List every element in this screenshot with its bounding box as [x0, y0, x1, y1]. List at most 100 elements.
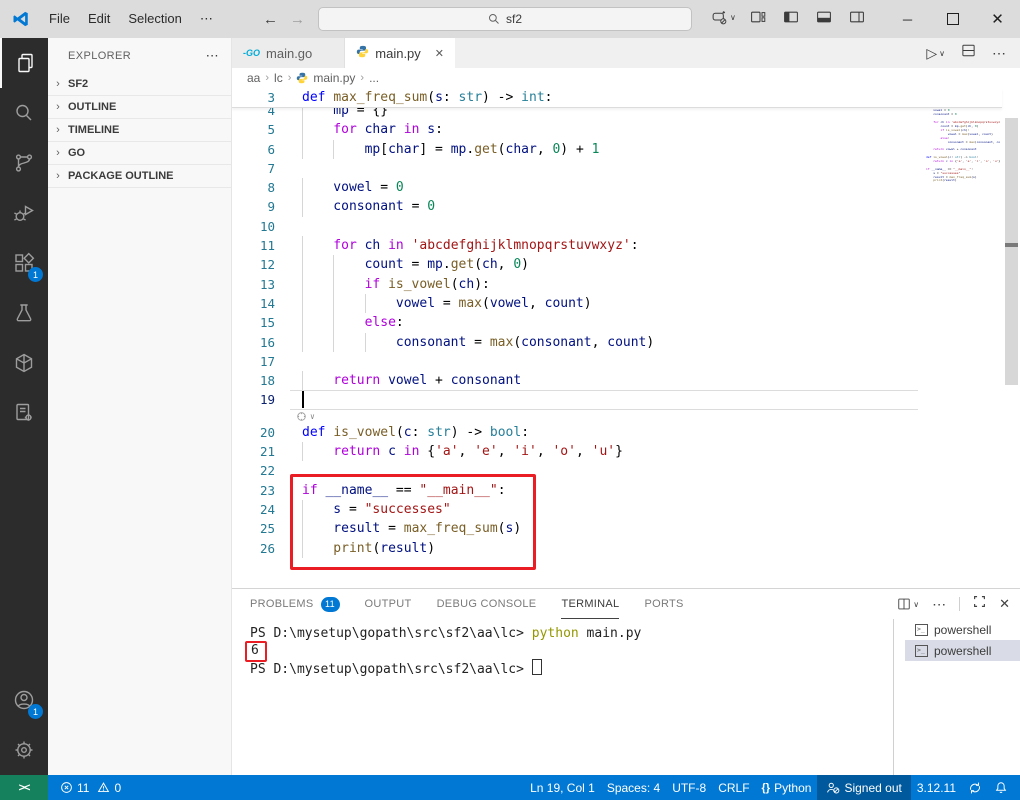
code-line-12[interactable]: 12 count = mp.get(ch, 0) [232, 255, 1020, 275]
code-editor[interactable]: 3 def max_freq_sum(s: str) -> int: 4 mp = … [232, 88, 1020, 588]
notifications-bell-icon[interactable] [988, 775, 1014, 800]
sidebar-section-package-outline[interactable]: › PACKAGE OUTLINE [48, 164, 231, 188]
code-line-17[interactable]: 17 [232, 352, 1020, 371]
line-number[interactable]: 3 [232, 88, 275, 107]
copilot-menu[interactable]: ∨ [711, 9, 736, 26]
panel-tab-ports[interactable]: PORTS [644, 589, 683, 619]
activity-extensions-icon[interactable]: 1 [0, 238, 48, 288]
line-number[interactable]: 9 [232, 197, 275, 216]
line-number[interactable]: 24 [232, 500, 275, 519]
split-editor-icon[interactable] [961, 43, 976, 63]
activity-accounts-icon[interactable]: 1 [0, 675, 48, 725]
line-number[interactable]: 10 [232, 217, 275, 236]
code-line-11[interactable]: 11 for ch in 'abcdefghijklmnopqrstuvwxyz'… [232, 236, 1020, 256]
close-panel-icon[interactable]: ✕ [999, 596, 1010, 612]
forward-arrow-icon[interactable]: → [290, 11, 305, 28]
activity-search-icon[interactable] [0, 88, 48, 138]
language-mode[interactable]: {} Python [756, 775, 818, 800]
line-number[interactable]: 23 [232, 481, 275, 500]
toolkit-status-icon[interactable] [962, 775, 988, 800]
terminal-sash[interactable] [893, 619, 894, 775]
code-line-14[interactable]: 14 vowel = max(vowel, count) [232, 293, 1020, 314]
maximize-panel-icon[interactable] [973, 595, 986, 613]
sidebar-section-sf2[interactable]: › SF2 [48, 73, 231, 95]
code-line-21[interactable]: 21 return c in {'a', 'e', 'i', 'o', 'u'} [232, 442, 1020, 462]
line-number[interactable]: 12 [232, 255, 275, 274]
run-dropdown-icon[interactable]: ∨ [939, 49, 945, 58]
cursor-position[interactable]: Ln 19, Col 1 [524, 775, 601, 800]
code-line-18[interactable]: 18 return vowel + consonant [232, 371, 1020, 391]
breadcrumb-symbol[interactable]: ... [369, 71, 379, 85]
activity-settings-icon[interactable] [0, 725, 48, 775]
menu-selection[interactable]: Selection [119, 0, 190, 38]
code-line-9[interactable]: 9 consonant = 0 [232, 197, 1020, 217]
encoding-status[interactable]: UTF-8 [666, 775, 712, 800]
scrollbar-slider[interactable] [1005, 118, 1018, 385]
inline-copilot-widget[interactable]: ∨ [232, 410, 1020, 423]
code-line-6[interactable]: 6 mp[char] = mp.get(char, 0) + 1 [232, 139, 1020, 159]
chevron-down-icon[interactable]: ∨ [913, 600, 919, 609]
panel-tab-output[interactable]: OUTPUT [365, 589, 412, 619]
line-number[interactable]: 8 [232, 178, 275, 197]
tab-main-go[interactable]: -GO main.go [232, 38, 346, 68]
code-line-3[interactable]: 3 def max_freq_sum(s: str) -> int: [232, 88, 1002, 107]
line-number[interactable]: 6 [232, 140, 275, 159]
tab-close-icon[interactable]: ✕ [435, 47, 444, 60]
activity-file-settings-icon[interactable] [0, 388, 48, 438]
sidebar-section-timeline[interactable]: › TIMELINE [48, 118, 231, 141]
remote-indicator[interactable]: >< [0, 775, 48, 800]
code-line-13[interactable]: 13 if is_vowel(ch): [232, 274, 1020, 294]
code-line-7[interactable]: 7 [232, 159, 1020, 178]
activity-run-debug-icon[interactable] [0, 188, 48, 238]
code-line-8[interactable]: 8 vowel = 0 [232, 178, 1020, 198]
line-number[interactable]: 4 [232, 108, 275, 120]
activity-explorer-icon[interactable] [0, 38, 50, 88]
python-version[interactable]: 3.12.11 [911, 775, 962, 800]
panel-more-actions-icon[interactable]: ⋯ [932, 596, 946, 613]
activity-aws-toolkit-icon[interactable] [0, 338, 48, 388]
menu-[interactable]: ⋯ [191, 0, 222, 38]
back-arrow-icon[interactable]: ← [263, 11, 278, 28]
sidebar-section-outline[interactable]: › OUTLINE [48, 95, 231, 118]
line-number[interactable]: 15 [232, 313, 275, 332]
code-line-5[interactable]: 5 for char in s: [232, 120, 1020, 140]
line-number[interactable]: 25 [232, 519, 275, 538]
tab-main-py[interactable]: main.py ✕ [345, 38, 456, 68]
terminal-split-icon[interactable]: ∨ [897, 597, 919, 611]
breadcrumb-file[interactable]: main.py [313, 71, 355, 85]
editor-more-actions-icon[interactable]: ⋯ [992, 45, 1006, 62]
breadcrumb-folder[interactable]: aa [247, 71, 260, 85]
sticky-scroll-line[interactable]: 3 def max_freq_sum(s: str) -> int: [232, 88, 1002, 109]
problems-status[interactable]: 11 0 [54, 775, 127, 800]
toggle-panel-icon[interactable] [816, 9, 832, 30]
panel-tab-problems[interactable]: PROBLEMS 11 [250, 589, 340, 619]
menu-file[interactable]: File [40, 0, 79, 38]
panel-tab-terminal[interactable]: TERMINAL [561, 589, 620, 619]
command-center-search[interactable]: sf2 [318, 7, 692, 31]
code-line-16[interactable]: 16 consonant = max(consonant, count) [232, 332, 1020, 352]
code-line-10[interactable]: 10 [232, 217, 1020, 236]
sidebar-more-actions-icon[interactable]: ⋯ [206, 48, 219, 64]
terminal[interactable]: PS D:\mysetup\gopath\src\sf2\aa\lc> pyth… [232, 619, 905, 775]
line-number[interactable]: 7 [232, 159, 275, 178]
sidebar-section-go[interactable]: › GO [48, 141, 231, 164]
menu-edit[interactable]: Edit [79, 0, 119, 38]
line-number[interactable]: 5 [232, 120, 275, 139]
activity-testing-icon[interactable] [0, 288, 48, 338]
breadcrumb[interactable]: aa › lc › main.py › ... [232, 68, 1020, 88]
terminal-instance-powershell[interactable]: >_ powershell [905, 619, 1020, 640]
line-number[interactable]: 20 [232, 423, 275, 442]
indentation-status[interactable]: Spaces: 4 [601, 775, 666, 800]
line-number[interactable]: 18 [232, 371, 275, 390]
breadcrumb-folder[interactable]: lc [274, 71, 283, 85]
line-number[interactable]: 19 [232, 390, 275, 409]
line-number[interactable]: 22 [232, 461, 275, 480]
code-line-4[interactable]: 4 mp = {} [232, 108, 1020, 121]
code-line-15[interactable]: 15 else: [232, 313, 1020, 333]
line-number[interactable]: 26 [232, 539, 275, 558]
code-line-19[interactable]: 19 [232, 390, 1020, 410]
activity-source-control-icon[interactable] [0, 138, 48, 188]
account-status[interactable]: Signed out [817, 775, 911, 800]
toggle-secondary-sidebar-icon[interactable] [849, 9, 865, 30]
terminal-instance-powershell[interactable]: >_ powershell [905, 640, 1020, 661]
